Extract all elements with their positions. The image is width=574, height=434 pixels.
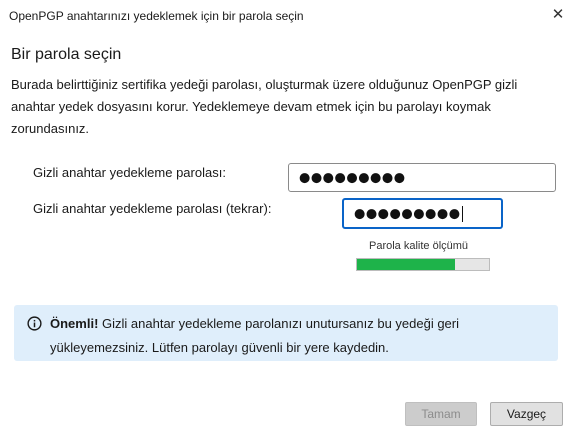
- important-notice: Önemli! Gizli anahtar yedekleme parolanı…: [14, 305, 558, 361]
- info-icon: [27, 316, 42, 331]
- password-quality-fill: [357, 259, 455, 270]
- password-quality-meter: [356, 258, 490, 271]
- close-icon[interactable]: ✕: [546, 4, 570, 26]
- confirm-password-value: ●●●●●●●●●: [354, 206, 461, 221]
- password-value: ●●●●●●●●●: [299, 170, 406, 185]
- confirm-password-label: Gizli anahtar yedekleme parolası (tekrar…: [33, 201, 272, 216]
- notice-text: Önemli! Gizli anahtar yedekleme parolanı…: [50, 312, 550, 360]
- cancel-button[interactable]: Vazgeç: [490, 402, 563, 426]
- confirm-password-content: ●●●●●●●●●: [354, 205, 463, 222]
- confirm-password-field[interactable]: ●●●●●●●●●: [342, 198, 503, 229]
- section-heading: Bir parola seçin: [11, 46, 122, 63]
- window-title: OpenPGP anahtarınızı yedeklemek için bir…: [9, 9, 304, 23]
- notice-strong: Önemli!: [50, 316, 99, 331]
- notice-body: Gizli anahtar yedekleme parolanızı unutu…: [50, 316, 460, 355]
- description-text: Burada belirttiğiniz sertifika yedeği pa…: [11, 77, 518, 136]
- password-quality-label: Parola kalite ölçümü: [369, 240, 469, 252]
- ok-button[interactable]: Tamam: [405, 402, 477, 426]
- password-field[interactable]: ●●●●●●●●●: [288, 163, 556, 192]
- password-label: Gizli anahtar yedekleme parolası:: [33, 165, 226, 180]
- title-bar: OpenPGP anahtarınızı yedeklemek için bir…: [0, 0, 574, 32]
- text-caret: [461, 205, 463, 222]
